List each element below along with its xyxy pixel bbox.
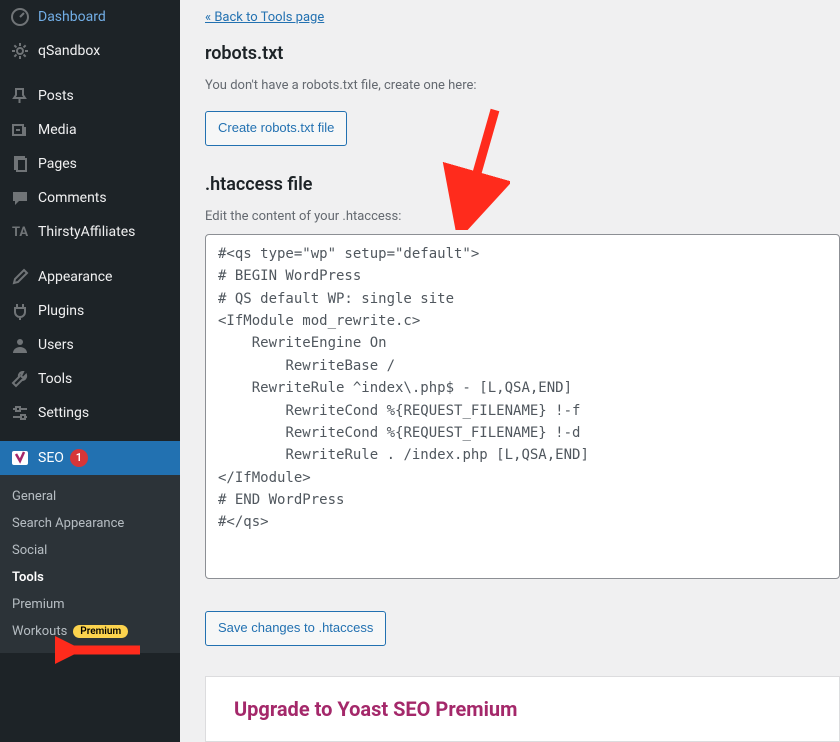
sidebar-item-label: Plugins (38, 303, 84, 319)
sidebar-item-comments[interactable]: Comments (0, 181, 180, 215)
sidebar-item-media[interactable]: Media (0, 113, 180, 147)
admin-sidebar: Dashboard qSandbox Posts Media Pages Comments… (0, 0, 180, 742)
submenu-item-social[interactable]: Social (0, 537, 180, 564)
sidebar-item-appearance[interactable]: Appearance (0, 260, 180, 294)
update-count-badge: 1 (70, 449, 88, 467)
sidebar-item-label: Users (38, 337, 74, 353)
dashboard-icon (10, 7, 30, 27)
submenu-item-label: Search Appearance (12, 516, 124, 531)
sidebar-item-label: Settings (38, 405, 89, 421)
submenu-item-general[interactable]: General (0, 483, 180, 510)
sidebar-item-plugins[interactable]: Plugins (0, 294, 180, 328)
sidebar-item-dashboard[interactable]: Dashboard (0, 0, 180, 34)
submenu-item-label: General (12, 489, 56, 504)
submenu-item-label: Premium (12, 597, 65, 612)
pages-icon (10, 154, 30, 174)
sliders-icon (10, 403, 30, 423)
wrench-icon (10, 369, 30, 389)
sidebar-item-posts[interactable]: Posts (0, 79, 180, 113)
upsell-title: Upgrade to Yoast SEO Premium (234, 697, 811, 721)
robots-help-text: You don't have a robots.txt file, create… (205, 78, 840, 93)
ta-icon: TA (10, 222, 30, 242)
sidebar-item-users[interactable]: Users (0, 328, 180, 362)
sidebar-item-label: Dashboard (38, 9, 106, 25)
sidebar-item-label: ThirstyAffiliates (38, 224, 135, 240)
main-content: « Back to Tools page robots.txt You don'… (180, 0, 840, 742)
sidebar-item-label: SEO (38, 450, 64, 466)
sidebar-item-settings[interactable]: Settings (0, 396, 180, 430)
htaccess-section-title: .htaccess file (205, 174, 840, 195)
robots-section-title: robots.txt (205, 43, 840, 64)
submenu-item-label: Social (12, 543, 47, 558)
sidebar-item-qsandbox[interactable]: qSandbox (0, 34, 180, 68)
sidebar-item-label: qSandbox (38, 43, 100, 59)
premium-pill: Premium (73, 625, 128, 638)
sidebar-item-label: Comments (38, 190, 107, 206)
sidebar-item-label: Pages (38, 156, 77, 172)
plug-icon (10, 301, 30, 321)
sidebar-item-thirstyaffiliates[interactable]: TA ThirstyAffiliates (0, 215, 180, 249)
sidebar-item-label: Media (38, 122, 77, 138)
save-htaccess-button[interactable]: Save changes to .htaccess (205, 611, 386, 646)
sidebar-item-tools[interactable]: Tools (0, 362, 180, 396)
submenu-item-label: Workouts (12, 624, 67, 639)
sidebar-item-label: Posts (38, 88, 74, 104)
htaccess-textarea[interactable] (205, 234, 840, 579)
pin-icon (10, 86, 30, 106)
sidebar-item-label: Tools (38, 371, 72, 387)
back-to-tools-link[interactable]: « Back to Tools page (205, 10, 324, 25)
gear-icon (10, 41, 30, 61)
submenu-item-workouts[interactable]: Workouts Premium (0, 618, 180, 645)
htaccess-help-text: Edit the content of your .htaccess: (205, 209, 840, 224)
brush-icon (10, 267, 30, 287)
yoast-icon (10, 448, 30, 468)
comment-icon (10, 188, 30, 208)
submenu-item-label: Tools (12, 570, 44, 585)
user-icon (10, 335, 30, 355)
create-robots-button[interactable]: Create robots.txt file (205, 111, 347, 146)
sidebar-item-label: Appearance (38, 269, 112, 285)
sidebar-item-pages[interactable]: Pages (0, 147, 180, 181)
submenu-item-tools[interactable]: Tools (0, 564, 180, 591)
submenu-item-searchappearance[interactable]: Search Appearance (0, 510, 180, 537)
sidebar-item-seo[interactable]: SEO 1 (0, 441, 180, 475)
media-icon (10, 120, 30, 140)
upsell-card: Upgrade to Yoast SEO Premium (205, 676, 840, 742)
submenu-item-premium[interactable]: Premium (0, 591, 180, 618)
